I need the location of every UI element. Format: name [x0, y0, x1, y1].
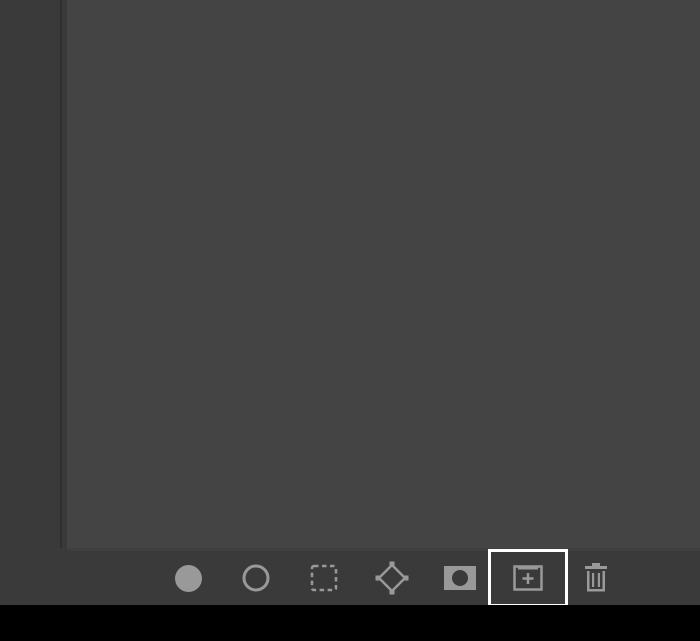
add-frame-button[interactable] [508, 558, 548, 598]
circle-outline-icon [242, 564, 270, 592]
circle-filled-icon [175, 565, 202, 592]
trash-icon [583, 563, 609, 593]
selection-marquee-icon [310, 564, 338, 592]
bottom-toolbar [0, 551, 700, 605]
vertical-divider [60, 0, 62, 548]
selection-marquee-button[interactable] [304, 558, 344, 598]
trash-button[interactable] [576, 558, 616, 598]
node-anchor-icon [375, 561, 409, 595]
add-frame-icon [513, 565, 543, 591]
outline-circle-button[interactable] [236, 558, 276, 598]
mask-icon [444, 566, 476, 590]
left-gutter [0, 0, 60, 548]
bottom-black-bar [0, 605, 700, 641]
panel-container [0, 0, 700, 605]
content-area [67, 0, 700, 548]
node-anchor-button[interactable] [372, 558, 412, 598]
mask-button[interactable] [440, 558, 480, 598]
filled-circle-button[interactable] [168, 558, 208, 598]
